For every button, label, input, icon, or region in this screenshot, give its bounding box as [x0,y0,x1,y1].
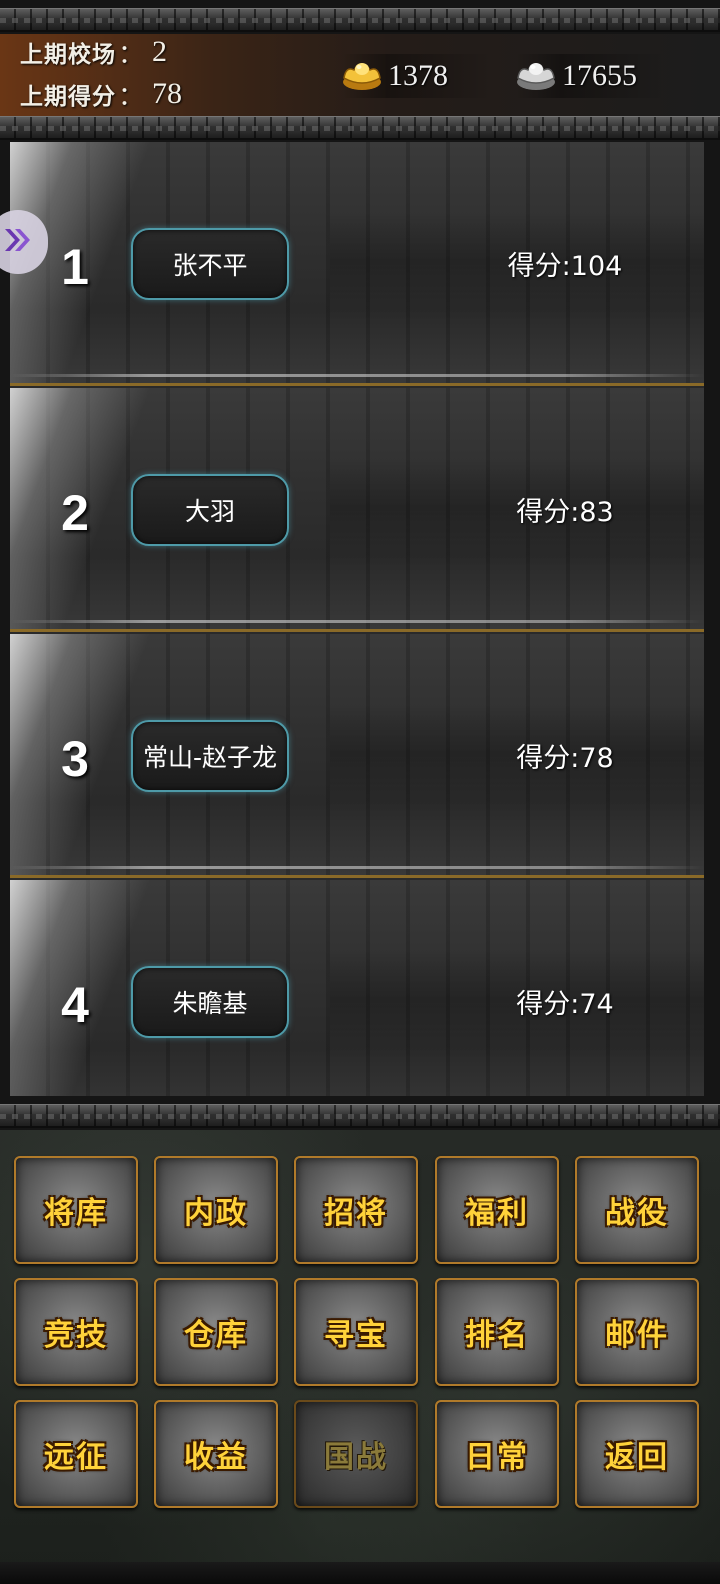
menu-button-treasure-hunt[interactable]: 寻宝 [294,1278,418,1386]
player-name-button[interactable]: 朱瞻基 [131,966,289,1038]
menu-button-daily[interactable]: 日常 [435,1400,559,1508]
menu-button-internal-affairs[interactable]: 内政 [154,1156,278,1264]
last-field-value: 2 [152,35,168,68]
menu-frieze-border [0,1104,720,1128]
last-field-colon: ： [118,39,145,70]
menu-button-arena[interactable]: 竞技 [14,1278,138,1386]
rank-number: 1 [61,239,89,295]
rank-number: 3 [61,731,89,787]
rank-number: 2 [61,485,89,541]
menu-button-expedition[interactable]: 远征 [14,1400,138,1508]
player-score: 得分:83 [516,497,614,528]
rank-number: 4 [61,977,89,1033]
menu-button-nation-war[interactable]: 国战 [294,1400,418,1508]
last-score-value: 78 [152,77,183,110]
main-menu-grid: 将库 内政 招将 福利 战役 竞技 仓库 寻宝 排名 邮件 远征 收益 国战 日… [0,1130,720,1584]
player-score: 得分:104 [507,251,623,282]
bottom-edge-bar [0,1562,720,1584]
ranking-row[interactable]: 2 大羽 得分:83 [10,388,704,632]
double-chevron-right-icon [1,225,35,259]
last-field-label: 上期校场 [20,41,116,68]
menu-button-warehouse[interactable]: 仓库 [154,1278,278,1386]
menu-button-income[interactable]: 收益 [154,1400,278,1508]
gold-currency: 1378 [342,54,492,98]
menu-button-general-library[interactable]: 将库 [14,1156,138,1264]
ranking-list[interactable]: 1 张不平 得分:104 2 大羽 得分:83 3 常山-赵子龙 得分:78 4… [10,142,704,1096]
gold-amount: 1378 [388,59,448,92]
player-name-button[interactable]: 常山-赵子龙 [131,720,289,792]
last-score-label: 上期得分 [20,83,116,110]
menu-button-back[interactable]: 返回 [575,1400,699,1508]
menu-button-mail[interactable]: 邮件 [575,1278,699,1386]
gold-ingot-icon [342,56,382,96]
silver-currency: 17655 [516,54,666,98]
menu-button-ranking[interactable]: 排名 [435,1278,559,1386]
menu-button-welfare[interactable]: 福利 [435,1156,559,1264]
player-score: 得分:78 [516,743,614,774]
player-name-button[interactable]: 张不平 [131,228,289,300]
menu-button-campaign[interactable]: 战役 [575,1156,699,1264]
silver-ingot-icon [516,56,556,96]
last-score-stat: 上期得分 ： 78 [20,76,182,112]
header-frieze-border [0,116,720,140]
menu-button-recruit[interactable]: 招将 [294,1156,418,1264]
ranking-row[interactable]: 3 常山-赵子龙 得分:78 [10,634,704,878]
ranking-row[interactable]: 4 朱瞻基 得分:74 [10,880,704,1096]
silver-amount: 17655 [562,59,637,92]
ranking-row[interactable]: 1 张不平 得分:104 [10,142,704,386]
last-score-colon: ： [118,81,145,112]
top-frieze-border [0,8,720,32]
player-score: 得分:74 [516,989,614,1020]
player-name-button[interactable]: 大羽 [131,474,289,546]
header-bar: 上期校场 ： 2 上期得分 ： 78 1378 17655 [0,34,720,116]
last-field-stat: 上期校场 ： 2 [20,34,167,70]
